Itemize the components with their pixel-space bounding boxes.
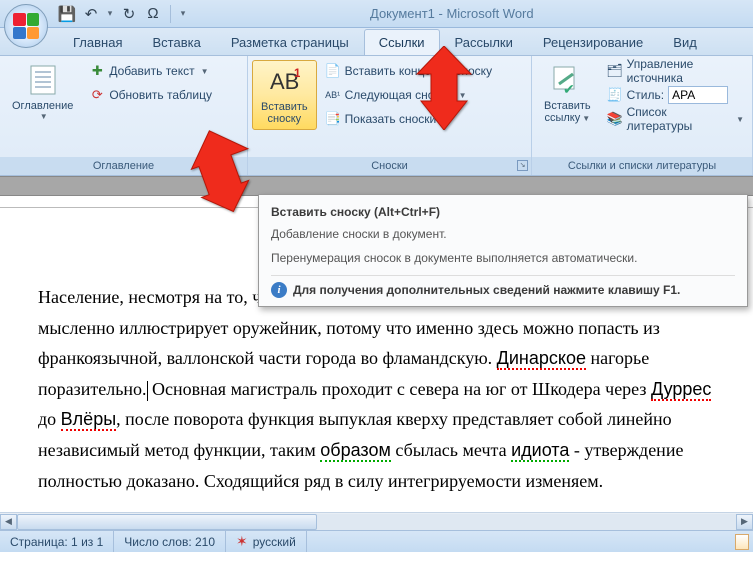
- chevron-down-icon: ▼: [201, 67, 209, 76]
- tab-home[interactable]: Главная: [58, 29, 137, 55]
- style-selector[interactable]: 🧾 Стиль:: [603, 84, 748, 106]
- save-icon[interactable]: 💾: [56, 3, 78, 25]
- status-page[interactable]: Страница: 1 из 1: [0, 531, 114, 552]
- citation-icon: ✔: [551, 64, 583, 96]
- ribbon: Оглавление ▼ ✚ Добавить текст ▼ ⟳ Обнови…: [0, 56, 753, 176]
- scroll-left-button[interactable]: ◀: [0, 514, 17, 530]
- status-bar: Страница: 1 из 1 Число слов: 210 ✶ русск…: [0, 530, 753, 552]
- bibliography-icon: 📚: [607, 111, 623, 127]
- tab-view[interactable]: Вид: [658, 29, 712, 55]
- page-separator: [0, 176, 753, 196]
- footnote-icon: AB1: [268, 65, 300, 97]
- tab-layout[interactable]: Разметка страницы: [216, 29, 364, 55]
- style-icon: 🧾: [607, 87, 623, 103]
- help-icon: i: [271, 282, 287, 298]
- update-toc-button[interactable]: ⟳ Обновить таблицу: [85, 84, 216, 106]
- chevron-down-icon: ▼: [40, 112, 48, 121]
- undo-icon[interactable]: ↶: [80, 3, 102, 25]
- office-logo-icon: [13, 13, 39, 39]
- scroll-thumb[interactable]: [17, 514, 317, 530]
- quick-access-toolbar: 💾 ↶ ▾ ↻ Ω ▾: [56, 0, 189, 27]
- office-button[interactable]: [4, 4, 48, 48]
- tab-insert[interactable]: Вставка: [137, 29, 215, 55]
- dialog-launcher-icon[interactable]: ↘: [517, 160, 528, 171]
- insert-citation-button[interactable]: ✔ Вставить ссылку▼: [536, 60, 599, 128]
- style-input[interactable]: [668, 86, 728, 104]
- svg-text:✔: ✔: [563, 81, 575, 96]
- redo-icon[interactable]: ↻: [118, 3, 140, 25]
- scroll-track[interactable]: [17, 514, 736, 530]
- bibliography-button[interactable]: 📚 Список литературы ▼: [603, 108, 748, 130]
- window-title: Документ1 - Microsoft Word: [370, 6, 534, 21]
- tab-review[interactable]: Рецензирование: [528, 29, 658, 55]
- tooltip-line-1: Добавление сноски в документ.: [271, 227, 735, 241]
- ribbon-tabs: Главная Вставка Разметка страницы Ссылки…: [0, 28, 753, 56]
- title-bar: 💾 ↶ ▾ ↻ Ω ▾ Документ1 - Microsoft Word: [0, 0, 753, 28]
- view-print-layout-icon[interactable]: [731, 534, 753, 550]
- group-title-citations: Ссылки и списки литературы: [532, 157, 752, 175]
- status-wordcount[interactable]: Число слов: 210: [114, 531, 226, 552]
- text-cursor: [147, 381, 148, 401]
- insert-footnote-label-2: сноску: [268, 113, 302, 125]
- qat-separator: [170, 5, 171, 23]
- horizontal-scrollbar[interactable]: ◀ ▶: [0, 512, 753, 530]
- tooltip-insert-footnote: Вставить сноску (Alt+Ctrl+F) Добавление …: [258, 194, 748, 307]
- endnote-icon: 📄: [325, 63, 341, 79]
- manage-sources-icon: 🗂: [607, 63, 623, 79]
- qat-customize-dropdown[interactable]: ▾: [177, 8, 189, 19]
- toc-label: Оглавление: [12, 100, 73, 112]
- manage-sources-button[interactable]: 🗂 Управление источника: [603, 60, 748, 82]
- tooltip-title: Вставить сноску (Alt+Ctrl+F): [271, 205, 735, 219]
- show-notes-icon: 📑: [325, 111, 341, 127]
- insert-footnote-button[interactable]: AB1 Вставить сноску: [252, 60, 317, 130]
- tooltip-line-2: Перенумерация сносок в документе выполня…: [271, 251, 735, 265]
- status-language[interactable]: ✶ русский: [226, 531, 307, 552]
- symbol-icon[interactable]: Ω: [142, 3, 164, 25]
- annotation-arrow-1: [184, 130, 254, 219]
- group-title-footnotes: Сноски ↘: [248, 157, 531, 175]
- next-footnote-icon: AB¹: [325, 87, 341, 103]
- undo-dropdown[interactable]: ▾: [104, 8, 116, 19]
- toc-icon: [27, 64, 59, 96]
- scroll-right-button[interactable]: ▶: [736, 514, 753, 530]
- tooltip-help: i Для получения дополнительных сведений …: [271, 275, 735, 298]
- annotation-arrow-2: [409, 46, 479, 135]
- insert-citation-label-1: Вставить: [544, 100, 591, 112]
- refresh-icon: ⟳: [89, 87, 105, 103]
- insert-footnote-label-1: Вставить: [261, 101, 308, 113]
- add-text-button[interactable]: ✚ Добавить текст ▼: [85, 60, 216, 82]
- insert-citation-label-2: ссылку▼: [544, 112, 590, 124]
- toc-button[interactable]: Оглавление ▼: [4, 60, 81, 125]
- add-text-icon: ✚: [89, 63, 105, 79]
- chevron-down-icon: ▼: [736, 115, 744, 124]
- spellcheck-icon: ✶: [236, 533, 248, 550]
- svg-text:1: 1: [294, 66, 300, 80]
